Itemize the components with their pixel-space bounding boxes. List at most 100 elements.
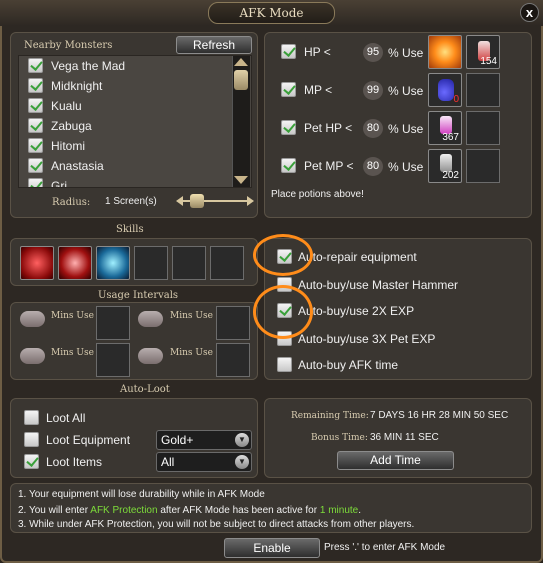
scroll-thumb[interactable]	[234, 70, 248, 90]
note-line-1: 1. Your equipment will lose durability w…	[18, 489, 265, 500]
loot-all-checkbox[interactable]	[24, 410, 39, 425]
hp-potion-icon[interactable]: 154	[466, 35, 500, 69]
skill-slot-1-icon[interactable]	[20, 246, 54, 280]
monster-checkbox[interactable]	[28, 78, 43, 93]
monster-checkbox[interactable]	[28, 58, 43, 73]
slider-left-icon[interactable]	[176, 196, 183, 206]
pet-hp-potion-icon[interactable]: 367	[428, 111, 462, 145]
auto-loot-caption: Auto-Loot	[120, 384, 170, 395]
radius-slider[interactable]	[176, 193, 254, 209]
monster-name: Zabuga	[51, 119, 92, 133]
highlight-ring	[253, 285, 313, 339]
enable-button[interactable]: Enable	[224, 538, 320, 558]
monster-name: Hitomi	[51, 139, 86, 153]
remaining-time-label: Remaining Time:	[291, 411, 369, 421]
slider-thumb[interactable]	[190, 194, 204, 208]
pet-hp-label: Pet HP <	[304, 121, 353, 135]
note-line-2: 2. You will enter AFK Protection after A…	[18, 505, 361, 516]
add-time-button[interactable]: Add Time	[337, 451, 454, 470]
skill-slot-5[interactable]	[172, 246, 206, 280]
note-2-part: 2. You will enter	[18, 505, 91, 516]
interval-slot[interactable]	[96, 306, 130, 340]
skill-slot-2-icon[interactable]	[58, 246, 92, 280]
mp-potion-icon[interactable]: 0	[428, 73, 462, 107]
mp-potion-count: 0	[453, 94, 459, 105]
monsters-caption: Nearby Monsters	[24, 40, 113, 51]
loot-items-checkbox[interactable]	[24, 454, 39, 469]
pet-mp-label: Pet MP <	[304, 159, 354, 173]
scroll-down-icon[interactable]	[234, 176, 248, 184]
pet-mp-unit: % Use	[388, 160, 424, 174]
double-exp-label: Auto-buy/use 2X EXP	[298, 304, 415, 318]
note-2-part: .	[358, 505, 361, 516]
monster-checkbox[interactable]	[28, 158, 43, 173]
interval-toggle[interactable]	[138, 348, 163, 364]
empty-potion-slot[interactable]	[466, 73, 500, 107]
items-select[interactable]: All ▼	[156, 452, 252, 472]
items-select-value: All	[161, 455, 175, 469]
monster-checkbox[interactable]	[28, 138, 43, 153]
pet-mp-threshold[interactable]: 80	[363, 157, 383, 176]
note-line-3: 3. While under AFK Protection, you will …	[18, 519, 415, 530]
highlight-ring	[253, 234, 313, 276]
hp-unit: % Use	[388, 46, 424, 60]
auto-repair-label: Auto-repair equipment	[298, 250, 417, 264]
pet-hp-potion-count: 367	[442, 132, 459, 143]
chevron-down-icon[interactable]: ▼	[235, 455, 249, 469]
mp-checkbox[interactable]	[281, 82, 296, 97]
refresh-button[interactable]: Refresh	[176, 36, 252, 54]
master-hammer-label: Auto-buy/use Master Hammer	[298, 278, 459, 292]
loot-equipment-checkbox[interactable]	[24, 432, 39, 447]
monster-name: Anastasia	[51, 159, 104, 173]
monster-checkbox[interactable]	[28, 98, 43, 113]
interval-toggle[interactable]	[20, 348, 45, 364]
monster-name: Midknight	[51, 79, 103, 93]
afk-time-label: Auto-buy AFK time	[298, 358, 399, 372]
interval-slot[interactable]	[216, 343, 250, 377]
monster-name: Vega the Mad	[51, 59, 126, 73]
afk-protection-highlight: AFK Protection	[90, 505, 158, 516]
intervals-caption: Usage Intervals	[98, 290, 179, 301]
skill-slot-3-icon[interactable]	[96, 246, 130, 280]
skills-caption: Skills	[116, 224, 144, 235]
chevron-down-icon[interactable]: ▼	[235, 433, 249, 447]
close-button[interactable]: x	[520, 3, 539, 22]
monster-checkbox[interactable]	[28, 178, 43, 187]
interval-label: Mins Use	[51, 348, 94, 358]
pet-mp-potion-icon[interactable]: 202	[428, 149, 462, 183]
monster-checkbox[interactable]	[28, 118, 43, 133]
equipment-select-value: Gold+	[161, 433, 194, 447]
interval-toggle[interactable]	[138, 311, 163, 327]
skill-slot-4[interactable]	[134, 246, 168, 280]
one-minute-highlight: 1 minute	[319, 505, 359, 516]
loot-items-label: Loot Items	[46, 455, 103, 469]
mp-unit: % Use	[388, 84, 424, 98]
enable-hint: Press '.' to enter AFK Mode	[324, 542, 446, 553]
pet-hp-checkbox[interactable]	[281, 120, 296, 135]
hp-checkbox[interactable]	[281, 44, 296, 59]
interval-slot[interactable]	[216, 306, 250, 340]
fire-skill-icon[interactable]	[428, 35, 462, 69]
empty-potion-slot[interactable]	[466, 149, 500, 183]
afk-time-checkbox[interactable]	[277, 357, 292, 372]
pet-hp-threshold[interactable]: 80	[363, 119, 383, 138]
scroll-up-icon[interactable]	[234, 58, 248, 66]
loot-all-label: Loot All	[46, 411, 86, 425]
empty-potion-slot[interactable]	[466, 111, 500, 145]
interval-slot[interactable]	[96, 343, 130, 377]
hp-threshold[interactable]: 95	[363, 43, 383, 62]
mp-threshold[interactable]: 99	[363, 81, 383, 100]
interval-label: Mins Use	[51, 311, 94, 321]
skill-slot-6[interactable]	[210, 246, 244, 280]
hp-label: HP <	[304, 45, 331, 59]
slider-right-icon[interactable]	[247, 196, 254, 206]
equipment-quality-select[interactable]: Gold+ ▼	[156, 430, 252, 450]
remaining-time-value: 7 DAYS 16 HR 28 MIN 50 SEC	[370, 410, 509, 421]
interval-toggle[interactable]	[20, 311, 45, 327]
monster-list-clip: Gri...	[19, 176, 231, 187]
potion-hint: Place potions above!	[271, 189, 364, 200]
radius-value: 1 Screen(s)	[105, 196, 157, 207]
window-title: AFK Mode	[208, 2, 335, 24]
monster-name: Kualu	[51, 99, 82, 113]
pet-mp-checkbox[interactable]	[281, 158, 296, 173]
